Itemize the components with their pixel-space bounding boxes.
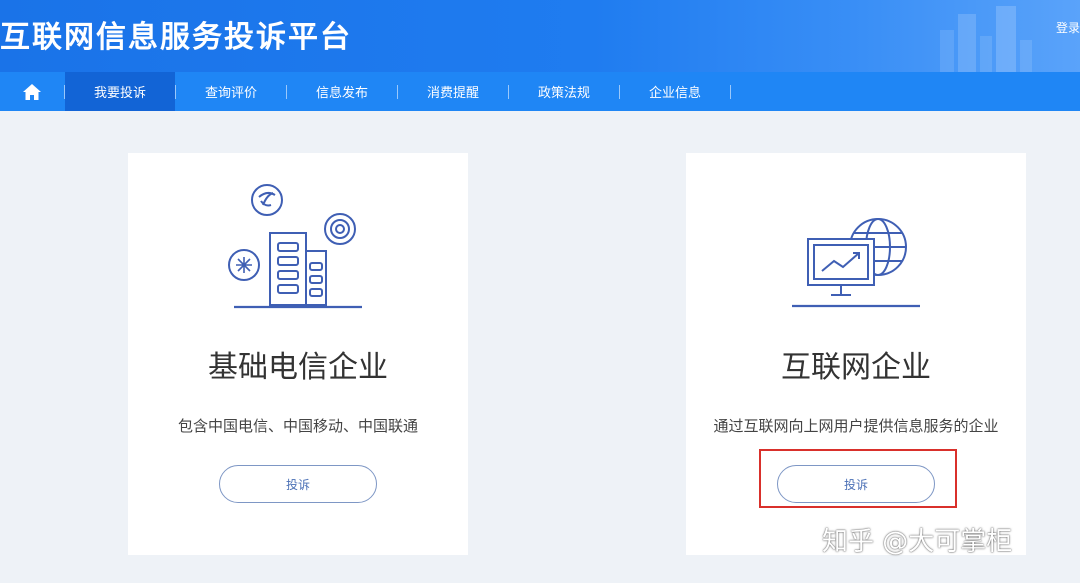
card-heading: 基础电信企业 bbox=[208, 350, 388, 385]
nav-item-enterprise[interactable]: 企业信息 bbox=[620, 72, 730, 111]
highlight-box bbox=[759, 449, 957, 508]
watermark: 知乎 @大可掌柜 bbox=[822, 527, 1013, 557]
nav-item-publish[interactable]: 信息发布 bbox=[287, 72, 397, 111]
nav-item-policy[interactable]: 政策法规 bbox=[509, 72, 619, 111]
complaint-button-telecom[interactable]: 投诉 bbox=[219, 465, 377, 503]
site-title: 互联网信息服务投诉平台 bbox=[0, 20, 352, 55]
card-basic-telecom: 基础电信企业 包含中国电信、中国移动、中国联通 投诉 bbox=[128, 153, 468, 555]
home-icon bbox=[23, 83, 41, 100]
main-nav: 我要投诉 查询评价 信息发布 消费提醒 政策法规 企业信息 bbox=[0, 72, 1080, 111]
card-heading: 互联网企业 bbox=[781, 350, 931, 385]
card-description: 包含中国电信、中国移动、中国联通 bbox=[177, 417, 418, 435]
telecom-building-icon bbox=[228, 184, 362, 309]
internet-monitor-globe-icon bbox=[792, 218, 920, 308]
skyline-decoration bbox=[940, 6, 1032, 72]
nav-home[interactable] bbox=[0, 72, 64, 111]
nav-item-query[interactable]: 查询评价 bbox=[176, 72, 286, 111]
nav-divider bbox=[730, 84, 731, 99]
site-header: 互联网信息服务投诉平台 登录 bbox=[0, 0, 1080, 72]
card-description: 通过互联网向上网用户提供信息服务的企业 bbox=[713, 417, 999, 435]
nav-item-complaint[interactable]: 我要投诉 bbox=[65, 72, 175, 111]
nav-item-consumer-alert[interactable]: 消费提醒 bbox=[398, 72, 508, 111]
login-link[interactable]: 登录 bbox=[1056, 19, 1080, 36]
